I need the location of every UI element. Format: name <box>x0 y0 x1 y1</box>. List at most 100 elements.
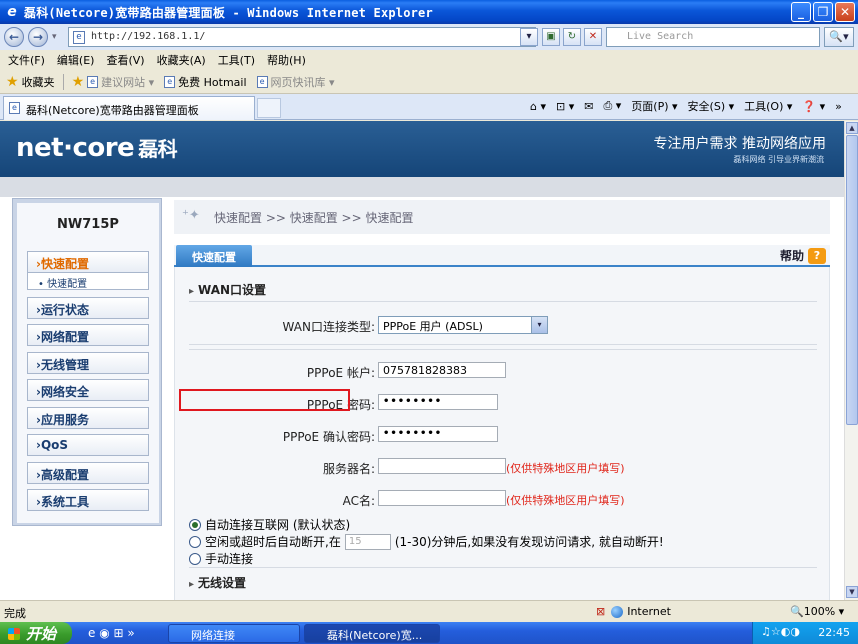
tray-icons[interactable]: ♫☆◐◑ <box>761 625 800 638</box>
close-button[interactable]: ✕ <box>835 2 855 22</box>
ie-icon: e <box>7 4 17 20</box>
page-viewport: net·core 磊科 专注用户需求 推动网络应用 磊科网络 引导业界新潮流 NW… <box>0 121 844 600</box>
wan-type-select[interactable]: PPPoE 用户 (ADSL) ▾ <box>378 316 548 334</box>
dropdown-arrow-icon: ▾ <box>531 317 547 333</box>
address-bar: ← → ▾ e http://192.168.1.1/ ▾ ▣ ↻ ✕ Live… <box>0 24 858 50</box>
window-titlebar: e 磊科(Netcore)宽带路由器管理面板 - Windows Interne… <box>0 0 858 24</box>
favorites-button[interactable]: 收藏夹 <box>22 74 55 90</box>
netcore-logo: net·core 磊科 <box>16 133 178 163</box>
sidebar-item-system-tools[interactable]: ›系统工具 <box>27 489 149 511</box>
url-text: http://192.168.1.1/ <box>91 31 206 42</box>
sidebar-item-wireless[interactable]: ›无线管理 <box>27 352 149 374</box>
history-dropdown-icon[interactable]: ▾ <box>52 32 57 42</box>
page-menu[interactable]: 页面(P) ▾ <box>631 98 677 114</box>
fav-hotmail[interactable]: e 免费 Hotmail <box>164 74 247 90</box>
forward-button[interactable]: → <box>28 27 48 47</box>
feeds-icon[interactable]: ⊡ ▾ <box>556 100 574 113</box>
safety-menu[interactable]: 安全(S) ▾ <box>688 98 735 114</box>
help-button[interactable]: 帮助 ? <box>780 247 826 264</box>
add-favorite-icon[interactable]: ★ <box>72 74 85 90</box>
chevron-more-icon[interactable]: » <box>835 100 842 113</box>
model-name: NW715P <box>57 217 119 232</box>
radio-button-selected[interactable] <box>189 518 201 531</box>
settings-form: ▸ WAN口设置 WAN口连接类型: PPPoE 用户 (ADSL) ▾ PPPo… <box>174 267 830 600</box>
task-network-connections[interactable]: 网络连接 <box>168 624 300 643</box>
start-button[interactable]: 开始 <box>0 622 72 644</box>
sidebar-item-quick-setup[interactable]: ›快速配置 <box>27 251 149 273</box>
fav-suggested-sites[interactable]: e 建议网站 ▾ <box>87 74 154 90</box>
new-tab-button[interactable] <box>257 98 281 118</box>
quick-launch[interactable]: e ◉ ⊞ » <box>88 626 135 640</box>
favorites-bar: ★ 收藏夹 ★ e 建议网站 ▾ e 免费 Hotmail e 网页快讯库 ▾ <box>0 70 858 94</box>
radio-manual-label: 手动连接 <box>205 552 254 566</box>
compatibility-icon[interactable]: ▣ <box>542 28 560 46</box>
globe-icon <box>611 605 624 618</box>
print-icon[interactable]: ⎙ ▾ <box>603 99 621 113</box>
wireless-section-title: ▸ 无线设置 <box>189 576 247 590</box>
page-icon: e <box>73 31 85 44</box>
back-button[interactable]: ← <box>4 27 24 47</box>
taskbar: 开始 e ◉ ⊞ » 网络连接 磊科(Netcore)宽... ♫☆◐◑ 22:… <box>0 622 858 644</box>
url-dropdown-icon[interactable]: ▾ <box>520 28 538 46</box>
breadcrumb-text: 快速配置 >> 快速配置 >> 快速配置 <box>214 211 414 225</box>
idle-minutes-input[interactable]: 15 <box>344 533 391 550</box>
menu-edit[interactable]: 编辑(E) <box>57 52 95 68</box>
help-icon[interactable]: ❓ ▾ <box>802 100 825 113</box>
tools-menu[interactable]: 工具(O) ▾ <box>744 98 792 114</box>
slogan: 专注用户需求 推动网络应用 <box>653 136 826 152</box>
fav-web-slice-gallery[interactable]: e 网页快讯库 ▾ <box>256 74 335 90</box>
window-title: 磊科(Netcore)宽带路由器管理面板 - Windows Internet … <box>24 5 433 20</box>
ac-name-input[interactable] <box>378 490 506 506</box>
scroll-down-icon[interactable]: ▼ <box>846 586 858 598</box>
pppoe-confirm-input[interactable]: •••••••• <box>378 426 498 442</box>
sidebar-item-status[interactable]: ›运行状态 <box>27 297 149 319</box>
windows-flag-icon <box>8 627 20 640</box>
radio-button[interactable] <box>189 552 201 565</box>
tab-label: 磊科(Netcore)宽带路由器管理面板 <box>26 104 199 117</box>
sidebar-item-security[interactable]: ›网络安全 <box>27 379 149 401</box>
refresh-icon[interactable]: ↻ <box>563 28 581 46</box>
scroll-up-icon[interactable]: ▲ <box>846 122 858 134</box>
vertical-scrollbar[interactable]: ▲ ▼ <box>844 121 858 600</box>
sidebar-item-services[interactable]: ›应用服务 <box>27 407 149 429</box>
menu-favorites[interactable]: 收藏夹(A) <box>157 52 206 68</box>
pppoe-account-input[interactable]: 075781828383 <box>378 362 506 378</box>
ac-name-hint: (仅供特殊地区用户填写) <box>506 494 625 507</box>
menu-bar: 文件(F) 编辑(E) 查看(V) 收藏夹(A) 工具(T) 帮助(H) <box>0 50 858 70</box>
pppoe-confirm-label: PPPoE 确认密码: <box>282 430 375 444</box>
radio-idle-disconnect[interactable]: 空闲或超时后自动断开,在 15 (1-30)分钟后,如果没有发现访问请求, 就自… <box>189 533 664 550</box>
security-zone: ⊠ Internet <box>596 605 671 618</box>
task-ie-window[interactable]: 磊科(Netcore)宽... <box>304 624 440 643</box>
search-input[interactable]: Live Search <box>606 27 820 47</box>
minimize-button[interactable]: _ <box>791 2 811 22</box>
page-icon: e <box>87 75 99 88</box>
radio-auto-connect[interactable]: 自动连接互联网 (默认状态) <box>189 516 350 533</box>
sidebar-item-advanced[interactable]: ›高级配置 <box>27 462 149 484</box>
stop-icon[interactable]: ✕ <box>584 28 602 46</box>
help-label: 帮助 <box>779 249 804 263</box>
wan-type-label: WAN口连接类型: <box>282 320 375 334</box>
command-bar: ⌂ ▾ ⊡ ▾ ✉ ⎙ ▾ 页面(P) ▾ 安全(S) ▾ 工具(O) ▾ ❓ … <box>530 98 852 114</box>
pppoe-password-input[interactable]: •••••••• <box>378 394 498 410</box>
radio-button[interactable] <box>189 535 201 548</box>
sidebar-item-network[interactable]: ›网络配置 <box>27 324 149 346</box>
mail-icon[interactable]: ✉ <box>584 100 593 113</box>
sidebar-subitem-quick-setup[interactable]: • 快速配置 <box>27 273 149 290</box>
service-name-input[interactable] <box>378 458 506 474</box>
menu-file[interactable]: 文件(F) <box>8 52 45 68</box>
sidebar-item-qos[interactable]: ›QoS <box>27 434 149 456</box>
zoom-level[interactable]: 🔍100% ▾ <box>790 605 844 618</box>
menu-view[interactable]: 查看(V) <box>106 52 144 68</box>
radio-manual-connect[interactable]: 手动连接 <box>189 550 253 567</box>
scrollbar-thumb[interactable] <box>846 135 858 425</box>
home-icon[interactable]: ⌂ ▾ <box>530 100 546 113</box>
search-button[interactable]: 🔍▾ <box>824 27 854 47</box>
url-input[interactable]: e http://192.168.1.1/ <box>68 27 536 47</box>
section-arrow-icon: ▸ <box>189 286 195 297</box>
menu-tools[interactable]: 工具(T) <box>218 52 255 68</box>
browser-tab[interactable]: e 磊科(Netcore)宽带路由器管理面板 <box>3 96 255 120</box>
section-arrow-icon: ▸ <box>189 579 195 590</box>
maximize-button[interactable]: ❐ <box>813 2 833 22</box>
tab-quick-setup[interactable]: 快速配置 <box>176 245 252 267</box>
menu-help[interactable]: 帮助(H) <box>267 52 306 68</box>
